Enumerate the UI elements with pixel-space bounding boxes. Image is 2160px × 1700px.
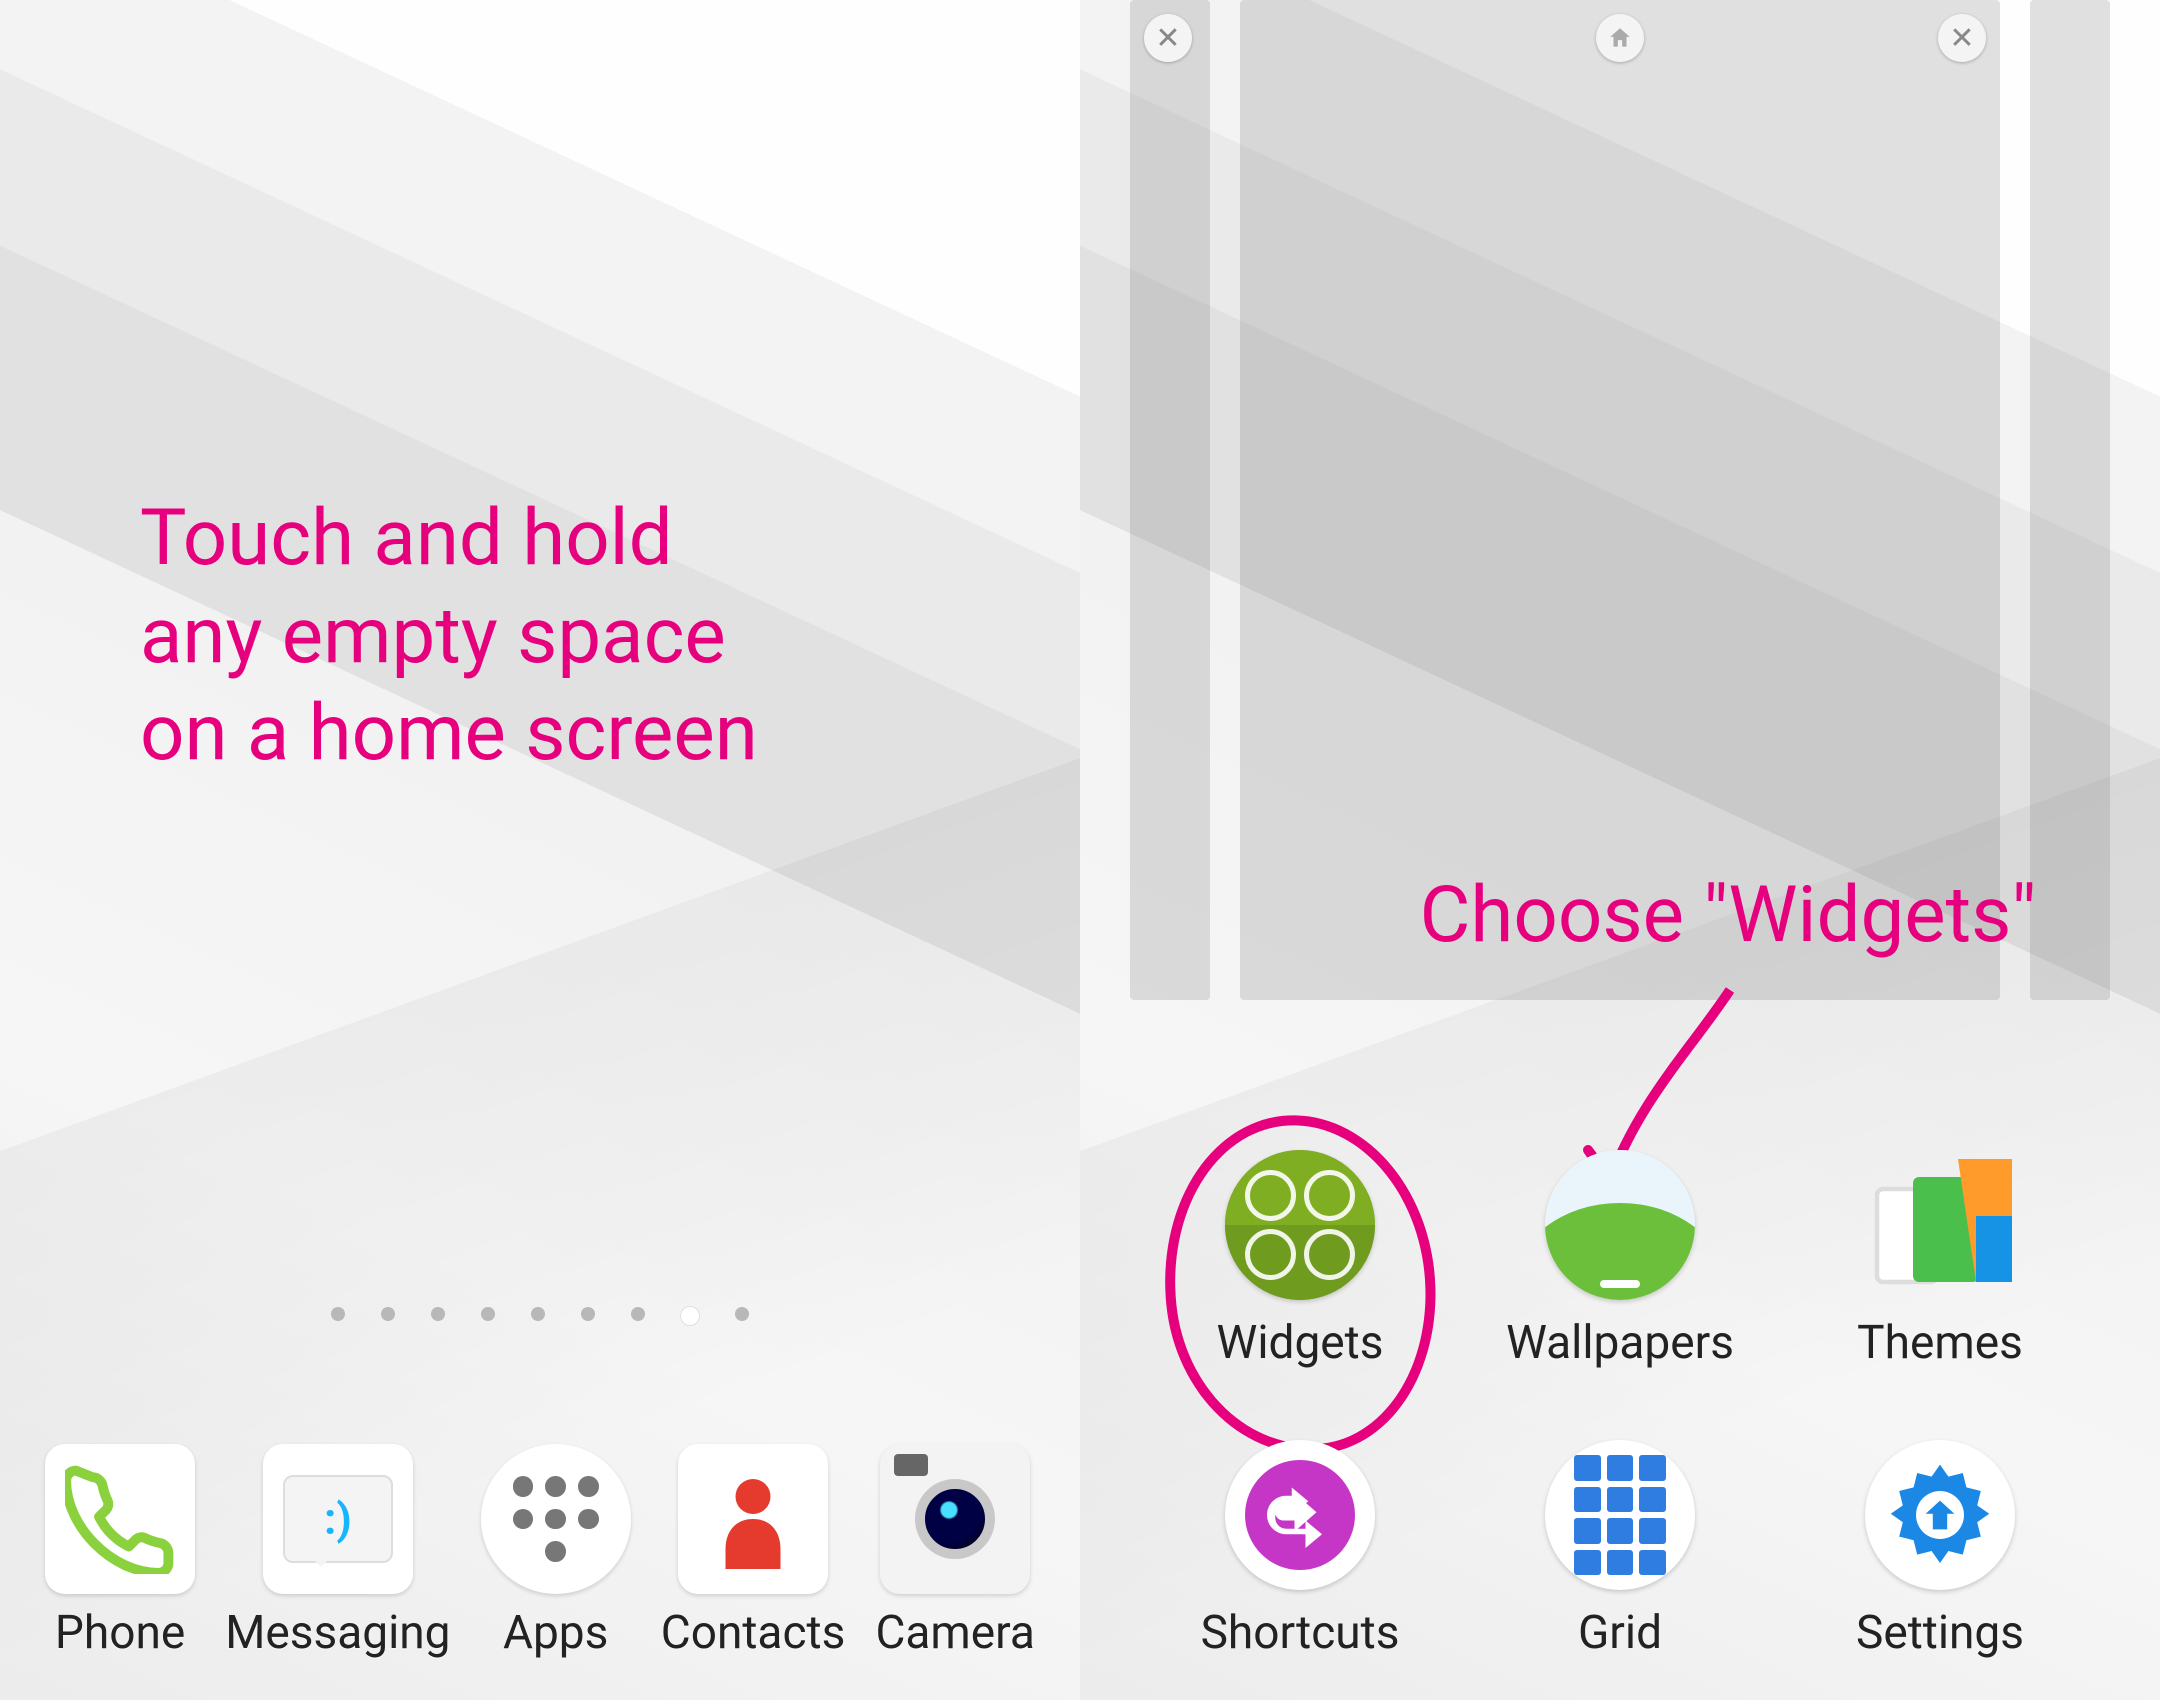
camera-icon <box>880 1444 1030 1594</box>
phone-icon <box>45 1444 195 1594</box>
instruction-overlay-left: Touch and hold any empty space on a home… <box>140 490 758 783</box>
contacts-icon <box>678 1444 828 1594</box>
page-dot[interactable] <box>481 1307 495 1321</box>
option-shortcuts[interactable]: Shortcuts <box>1140 1440 1460 1660</box>
settings-gear-icon <box>1865 1440 2015 1590</box>
home-edit-panel: ✕ ✕ Choose "Widgets" Widgets Wallpapers <box>1080 0 2160 1700</box>
page-indicator <box>0 1307 1080 1325</box>
widgets-icon <box>1225 1150 1375 1300</box>
apps-icon <box>481 1444 631 1594</box>
option-label: Grid <box>1578 1606 1662 1660</box>
page-dot[interactable] <box>431 1307 445 1321</box>
instruction-overlay-right: Choose "Widgets" <box>1420 870 2037 961</box>
hint-line-2: any empty space <box>140 591 726 682</box>
page-thumb-prev[interactable]: ✕ <box>1130 0 1210 1000</box>
dock-item-phone[interactable]: Phone <box>45 1444 195 1660</box>
dock-label: Apps <box>503 1606 608 1660</box>
dock-label: Phone <box>55 1606 185 1660</box>
grid-icon <box>1545 1440 1695 1590</box>
page-dot[interactable] <box>331 1307 345 1321</box>
page-thumb-next[interactable] <box>2030 0 2110 1000</box>
hint-line-1: Touch and hold <box>140 493 673 584</box>
dock-item-messaging[interactable]: :) Messaging <box>225 1444 450 1660</box>
dock: Phone :) Messaging Apps Contacts Camera <box>0 1444 1080 1660</box>
home-edit-options: Widgets Wallpapers Themes Shor <box>1080 1150 2160 1660</box>
dock-label: Camera <box>875 1606 1034 1660</box>
page-dot[interactable] <box>381 1307 395 1321</box>
home-icon[interactable] <box>1596 14 1644 62</box>
shortcuts-icon <box>1225 1440 1375 1590</box>
dock-label: Messaging <box>225 1606 450 1660</box>
option-label: Wallpapers <box>1506 1316 1734 1370</box>
home-pages-strip[interactable]: ✕ ✕ <box>1080 0 2160 1000</box>
page-thumb-current[interactable]: ✕ <box>1240 0 2000 1000</box>
home-screen-panel[interactable]: Touch and hold any empty space on a home… <box>0 0 1080 1700</box>
page-dot[interactable] <box>735 1307 749 1321</box>
hint-line-3: on a home screen <box>140 688 758 779</box>
wallpapers-icon <box>1545 1150 1695 1300</box>
option-widgets[interactable]: Widgets <box>1140 1150 1460 1370</box>
option-label: Themes <box>1857 1316 2023 1370</box>
dock-item-camera[interactable]: Camera <box>875 1444 1034 1660</box>
option-settings[interactable]: Settings <box>1780 1440 2100 1660</box>
themes-icon <box>1865 1150 2015 1300</box>
close-icon[interactable]: ✕ <box>1144 14 1192 62</box>
option-grid[interactable]: Grid <box>1460 1440 1780 1660</box>
dock-label: Contacts <box>661 1606 846 1660</box>
option-themes[interactable]: Themes <box>1780 1150 2100 1370</box>
close-icon[interactable]: ✕ <box>1938 14 1986 62</box>
dock-item-contacts[interactable]: Contacts <box>661 1444 846 1660</box>
dock-item-apps[interactable]: Apps <box>481 1444 631 1660</box>
page-dot[interactable] <box>531 1307 545 1321</box>
option-label: Settings <box>1856 1606 2024 1660</box>
option-label: Shortcuts <box>1201 1606 1400 1660</box>
page-dot[interactable] <box>631 1307 645 1321</box>
option-wallpapers[interactable]: Wallpapers <box>1460 1150 1780 1370</box>
option-label: Widgets <box>1217 1316 1384 1370</box>
page-dot[interactable] <box>581 1307 595 1321</box>
page-dot[interactable] <box>681 1307 699 1325</box>
messaging-icon: :) <box>263 1444 413 1594</box>
